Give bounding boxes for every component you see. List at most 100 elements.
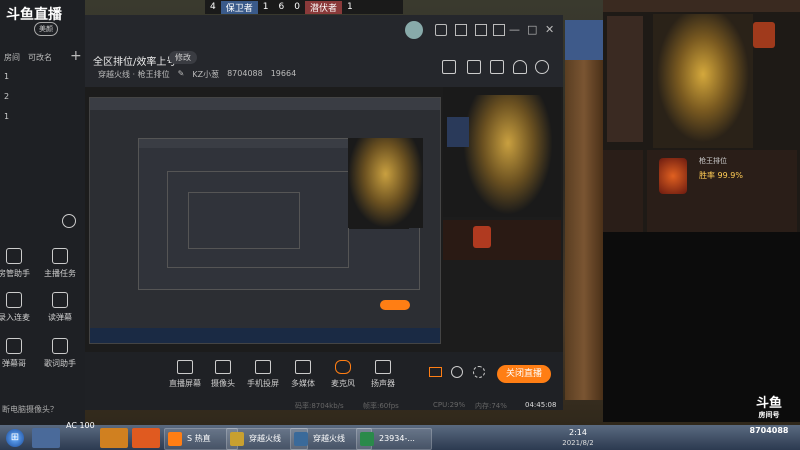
- room-row[interactable]: 2: [4, 92, 9, 101]
- button-label: 歌词助手: [44, 359, 76, 368]
- user-icon: [6, 248, 22, 264]
- minus-icon[interactable]: [62, 214, 76, 228]
- link-mic-button[interactable]: 录入连麦: [0, 292, 34, 323]
- mic-button[interactable]: 麦克风: [323, 360, 363, 389]
- background-sign: [565, 20, 603, 60]
- media-button[interactable]: 多媒体: [283, 360, 323, 389]
- hud-left-score: 4: [210, 2, 216, 12]
- filter-icon[interactable]: [475, 24, 487, 36]
- room-row[interactable]: 1: [4, 112, 9, 121]
- douyu-icon: [168, 432, 182, 446]
- add-button[interactable]: +: [70, 48, 82, 64]
- host-task-button[interactable]: 主播任务: [40, 248, 80, 279]
- taskbar-explorer[interactable]: [32, 428, 60, 448]
- microphone-icon: [335, 360, 351, 374]
- game-side-list: [607, 16, 643, 142]
- volume-icon: [375, 360, 391, 374]
- taskbar-app[interactable]: [132, 428, 160, 448]
- share-screen-icon[interactable]: [442, 60, 456, 74]
- screen-capture-button[interactable]: 直播屏幕: [165, 360, 205, 389]
- hud-mid2: 6: [278, 2, 285, 12]
- speaker-button[interactable]: 扬声器: [363, 360, 403, 389]
- clock-time[interactable]: 2:14: [558, 428, 598, 437]
- rank-mode: 枪王排位: [699, 157, 727, 165]
- taskbar-label: 23934-...: [379, 434, 415, 443]
- share-icon[interactable]: [535, 60, 549, 74]
- room-id: 8704088: [227, 69, 263, 78]
- shirt-icon[interactable]: [455, 24, 467, 36]
- rank-badge: [753, 22, 775, 48]
- stream-meta: 穿越火线 · 枪王排位 ✎ KZ小葱 8704088 19664: [98, 69, 296, 80]
- nested-taskbar: [90, 328, 440, 343]
- gift-icon[interactable]: [435, 24, 447, 36]
- status-mem: 内存:74%: [475, 402, 507, 410]
- nested-window: [188, 192, 300, 249]
- stream-category[interactable]: 穿越火线 · 枪王排位: [98, 69, 170, 80]
- game-stats-panel: 胜率 99.9% 枪王排位: [647, 150, 797, 232]
- layout-icon[interactable]: [467, 60, 481, 74]
- settings-icon[interactable]: [473, 366, 485, 378]
- taskbar-label: 穿越火线: [249, 434, 281, 443]
- start-button[interactable]: ⊞: [6, 429, 24, 447]
- lyrics-icon: [52, 338, 68, 354]
- window-icon[interactable]: [490, 60, 504, 74]
- eye-icon[interactable]: [451, 366, 463, 378]
- left-panel: 斗鱼直播 美颜 房间 可改名 + 1 2 1 房管助手 主播任务 录入连麦 读弹…: [0, 0, 85, 425]
- close-live-button[interactable]: 关闭直播: [497, 365, 551, 383]
- nested-close-button: [380, 300, 410, 310]
- rank-badge: [473, 226, 491, 248]
- app-icon: [360, 432, 374, 446]
- avatar[interactable]: [405, 21, 423, 39]
- win-rate: 胜率 99.9%: [699, 171, 743, 180]
- hud-team-attacker: 潜伏者: [304, 0, 342, 14]
- stream-user: KZ小葱: [192, 70, 220, 79]
- rank-stats: [443, 220, 561, 260]
- mini-panel: [447, 117, 469, 147]
- room-row[interactable]: 1: [4, 72, 9, 81]
- danmaku-brother-button[interactable]: 弹幕哥: [0, 338, 34, 369]
- room-manager-button[interactable]: 房管助手: [0, 248, 34, 279]
- button-label: 录入连麦: [0, 313, 30, 322]
- taskbar-label: S 热直: [187, 434, 211, 443]
- window-titlebar: — □ ✕: [85, 15, 563, 49]
- toolbar-label: 扬声器: [371, 379, 395, 388]
- menu-icon[interactable]: [493, 24, 505, 36]
- douyu-subtitle: 房间号: [758, 411, 780, 419]
- system-tray[interactable]: [418, 432, 538, 446]
- close-button[interactable]: ✕: [545, 23, 554, 36]
- rank-emblem: [659, 158, 687, 194]
- taskbar-app[interactable]: [100, 428, 128, 448]
- stream-preview: [85, 87, 563, 352]
- app-logo: 斗鱼直播: [6, 7, 62, 23]
- play-icon: [295, 360, 311, 374]
- game-view: [443, 87, 561, 217]
- cf-icon: [230, 432, 244, 446]
- beauty-switch[interactable]: 美颜: [34, 22, 58, 36]
- cf-window-icon: [294, 432, 308, 446]
- stream-window: — □ ✕ 全区排位/效率上号 修改 穿越火线 · 枪王排位 ✎ KZ小葱 87…: [85, 15, 563, 410]
- bell-icon[interactable]: [513, 60, 527, 74]
- speaker-icon: [52, 292, 68, 308]
- game-top-bar: [603, 0, 800, 12]
- button-label: 读弹幕: [48, 313, 72, 322]
- hud-team-defender: 保卫者: [220, 0, 258, 14]
- lyrics-helper-button[interactable]: 歌词助手: [40, 338, 80, 369]
- minimize-button[interactable]: —: [509, 23, 520, 36]
- room-list-header: 房间 可改名 +: [0, 48, 85, 66]
- ac-label: AC 100: [66, 421, 95, 430]
- recursive-preview: [89, 97, 441, 344]
- camera-hint: 断电脑摄像头？: [2, 405, 58, 414]
- edit-icon[interactable]: ✎: [178, 69, 185, 80]
- read-danmaku-button[interactable]: 读弹幕: [40, 292, 80, 323]
- phone-cast-button[interactable]: 手机投屏: [243, 360, 283, 389]
- maximize-button[interactable]: □: [527, 23, 537, 36]
- status-bar: 码率:8704kb/s 帧率:60fps CPU:29% 内存:74% 04:4…: [85, 401, 563, 410]
- character-figure: [653, 14, 753, 148]
- edit-title-button[interactable]: 修改: [169, 51, 197, 64]
- clock-date: 2021/8/2: [562, 439, 594, 447]
- record-icon[interactable]: [429, 367, 442, 377]
- toolbar-label: 直播屏幕: [169, 379, 201, 388]
- monitor-icon: [177, 360, 193, 374]
- camera-button[interactable]: 摄像头: [203, 360, 243, 389]
- status-time: 04:45:08: [525, 401, 557, 409]
